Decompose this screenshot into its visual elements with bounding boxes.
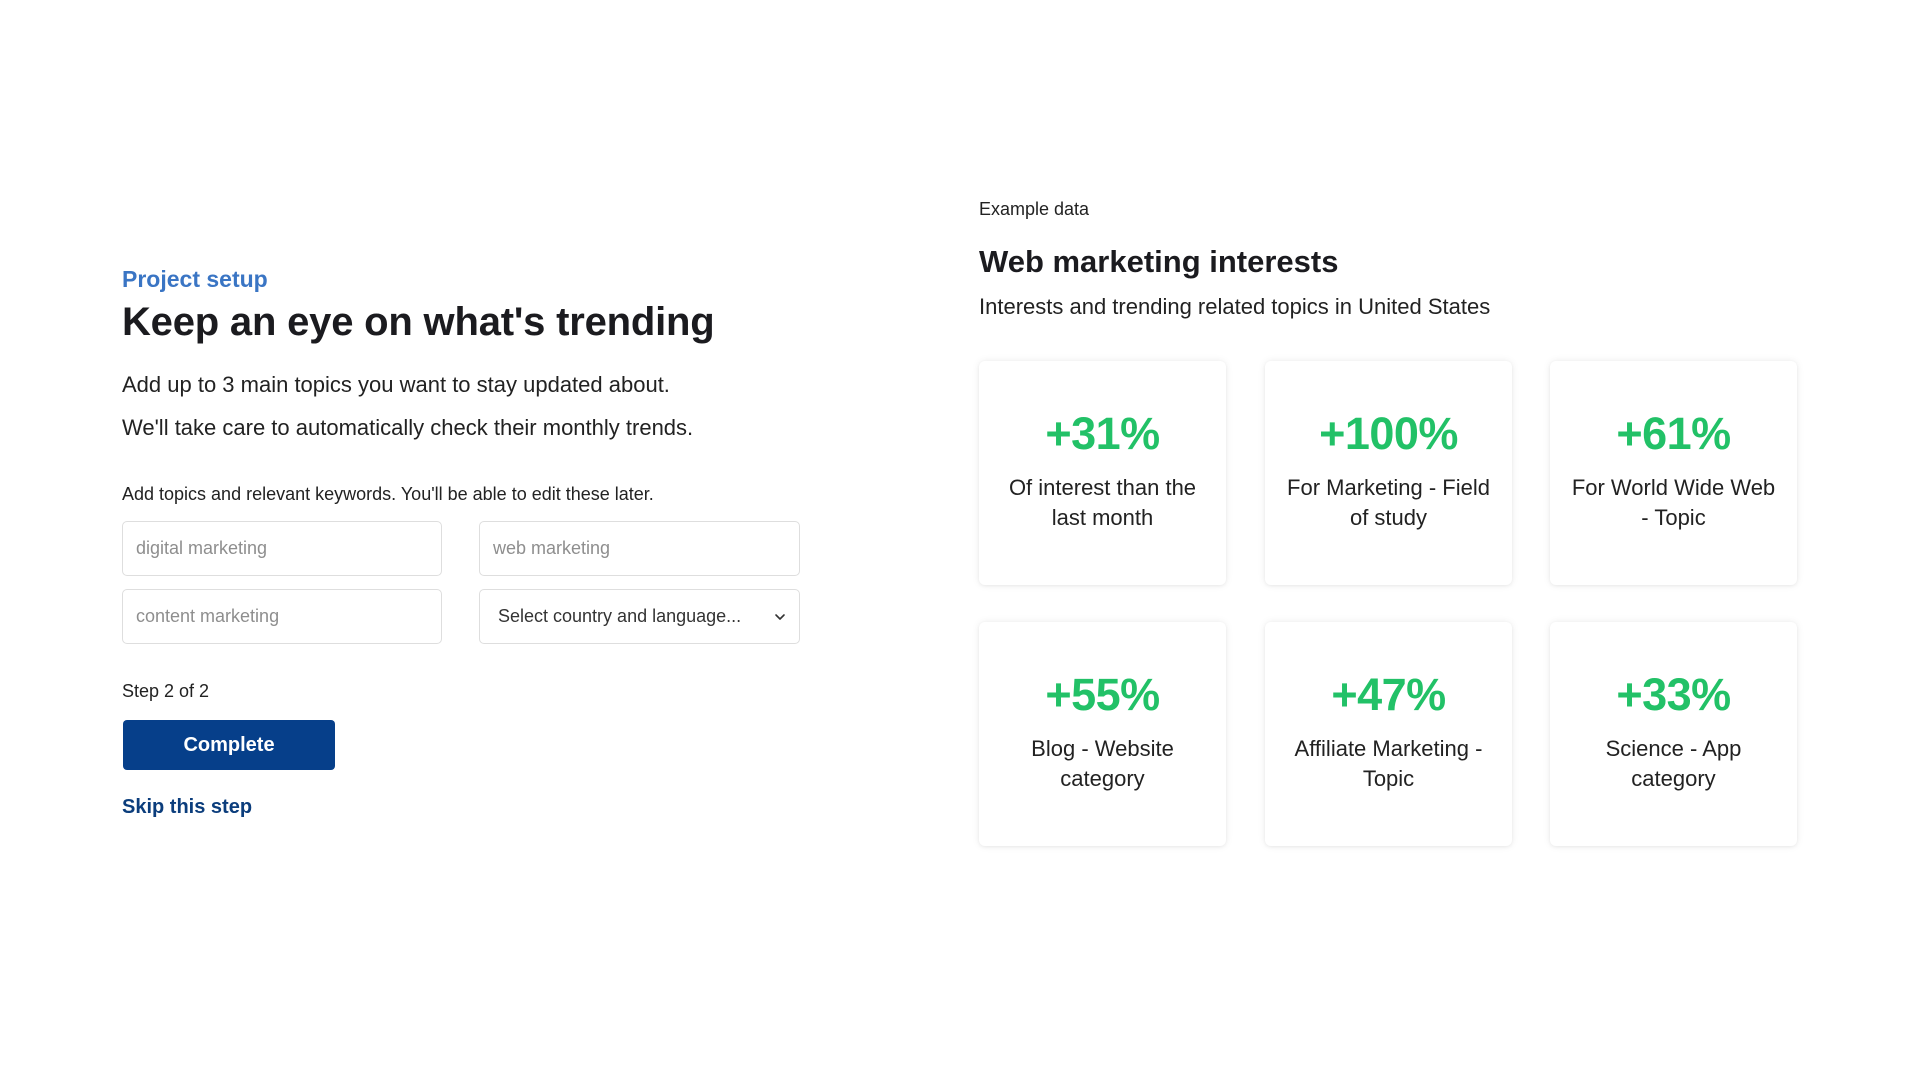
trend-value: +31% [1045, 408, 1160, 459]
section-eyebrow: Project setup [122, 266, 268, 292]
select-value: Select country and language... [498, 606, 742, 626]
page-title: Keep an eye on what's trending [122, 300, 715, 344]
trend-label: Affiliate Marketing - Topic [1294, 735, 1483, 791]
trend-label: Blog - Website category [1031, 735, 1174, 791]
trend-value: +33% [1616, 669, 1731, 720]
country-language-select[interactable]: Select country and language... [479, 589, 800, 644]
trend-value: +61% [1616, 408, 1731, 459]
trend-value: +100% [1319, 408, 1458, 459]
example-eyebrow: Example data [979, 199, 1090, 219]
chevron-down-icon [775, 613, 785, 620]
trend-card: +33% Science - App category [1550, 622, 1797, 846]
description-line-1: Add up to 3 main topics you want to stay… [122, 372, 670, 397]
trend-value: +47% [1331, 669, 1446, 720]
trend-card: +61% For World Wide Web - Topic [1550, 361, 1797, 585]
helper-text: Add topics and relevant keywords. You'll… [122, 484, 654, 504]
topic-input-1[interactable] [122, 521, 442, 576]
trend-card: +31% Of interest than the last month [979, 361, 1226, 585]
example-subtitle: Interests and trending related topics in… [979, 294, 1491, 319]
step-indicator: Step 2 of 2 [122, 681, 210, 701]
trend-value: +55% [1045, 669, 1160, 720]
topic-input-2[interactable] [479, 521, 800, 576]
trend-card: +47% Affiliate Marketing - Topic [1265, 622, 1512, 846]
trend-card: +100% For Marketing - Field of study [1265, 361, 1512, 585]
skip-step-link[interactable]: Skip this step [122, 796, 252, 819]
trend-card: +55% Blog - Website category [979, 622, 1226, 846]
trend-label: Science - App category [1605, 735, 1742, 791]
description-line-2: We'll take care to automatically check t… [122, 415, 694, 440]
trend-label: For Marketing - Field of study [1287, 474, 1490, 530]
trend-label: Of interest than the last month [1008, 474, 1197, 530]
complete-button[interactable]: Complete [123, 720, 335, 770]
example-title: Web marketing interests [979, 244, 1339, 279]
topic-input-3[interactable] [122, 589, 442, 644]
trend-label: For World Wide Web - Topic [1571, 474, 1776, 530]
